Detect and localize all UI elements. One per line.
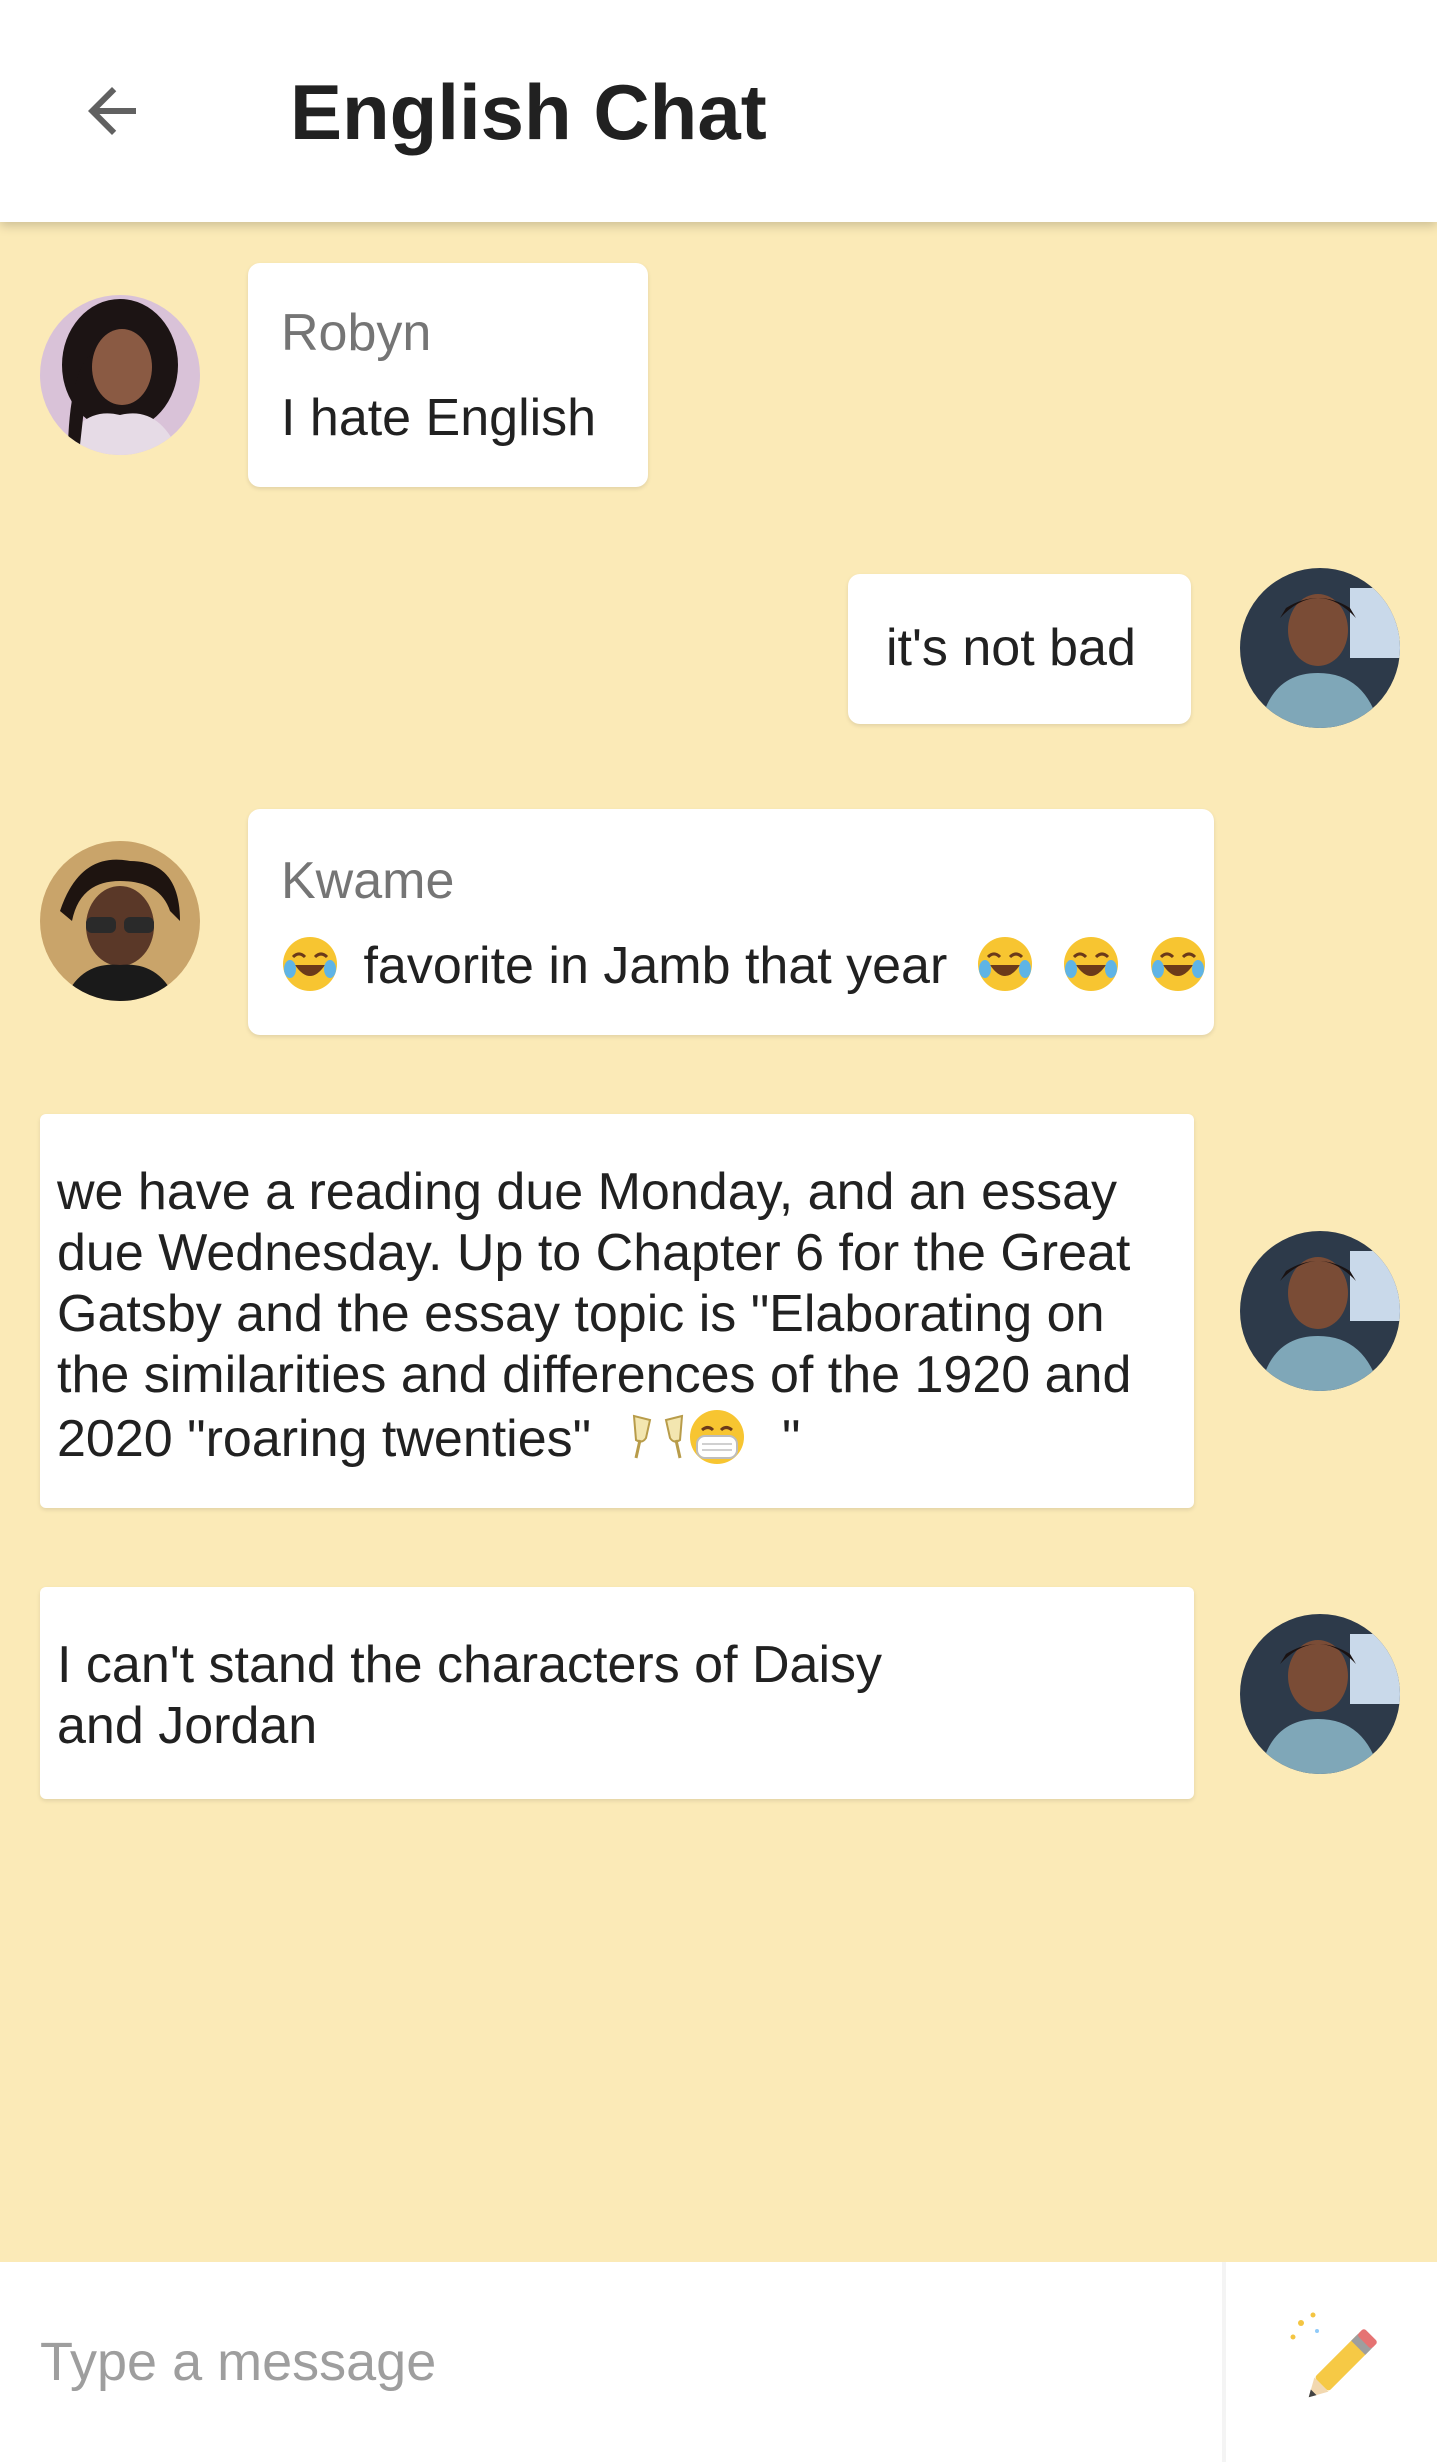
page-title: English Chat	[290, 68, 767, 156]
avatar-self[interactable]	[1240, 1614, 1400, 1774]
message-input[interactable]	[0, 2262, 1222, 2462]
message-line: I can't stand the characters of Daisy	[57, 1636, 882, 1694]
message-text: we have a reading due Monday, and an ess…	[57, 1162, 1131, 1470]
message-line: the similarities and differences of the …	[57, 1346, 1132, 1404]
message-text: it's not bad	[886, 619, 1136, 677]
message-line: due Wednesday. Up to Chapter 6 for the G…	[57, 1224, 1131, 1282]
message-text: I can't stand the characters of Daisy an…	[57, 1635, 882, 1757]
avatar-robyn[interactable]	[40, 295, 200, 455]
trailing-quote: "	[782, 1410, 801, 1468]
message-line: 2020 "roaring twenties"	[57, 1410, 592, 1468]
laughing-tears-emoji	[1064, 937, 1119, 991]
magic-wand-pencil-icon	[1290, 2312, 1377, 2398]
sender-name: Robyn	[281, 304, 432, 362]
message-line: Gatsby and the essay topic is "Elaborati…	[57, 1285, 1105, 1343]
back-button[interactable]	[62, 56, 162, 166]
message-line: we have a reading due Monday, and an ess…	[57, 1163, 1117, 1221]
laughing-tears-emoji	[1150, 937, 1205, 991]
message-line: and Jordan	[57, 1697, 318, 1755]
message-bubble-own[interactable]: it's not bad	[848, 574, 1191, 724]
message-bubble-own[interactable]: I can't stand the characters of Daisy an…	[40, 1587, 1194, 1799]
laughing-tears-emoji	[283, 937, 337, 991]
message-text-row: favorite in Jamb that year	[281, 935, 1207, 997]
avatar-kwame[interactable]	[40, 841, 200, 1001]
face-with-mask-emoji	[689, 1410, 744, 1464]
app-bar: English Chat	[0, 0, 1437, 222]
arrow-left-icon	[88, 87, 136, 135]
message-bubble-robyn[interactable]: Robyn I hate English	[248, 263, 648, 487]
message-bubble-kwame[interactable]: Kwame favorite in Jamb that year	[248, 809, 1214, 1035]
message-composer	[0, 2262, 1437, 2462]
avatar-self[interactable]	[1240, 568, 1400, 728]
message-text: I hate English	[281, 389, 597, 447]
send-button[interactable]	[1226, 2262, 1437, 2462]
message-text: favorite in Jamb that year	[363, 937, 948, 995]
sender-name: Kwame	[281, 852, 455, 910]
clinking-glasses-emoji	[632, 1414, 683, 1459]
message-bubble-own[interactable]: we have a reading due Monday, and an ess…	[40, 1114, 1194, 1508]
avatar-self[interactable]	[1240, 1231, 1400, 1391]
message-line-last: 2020 "roaring twenties" "	[57, 1406, 1131, 1470]
laughing-tears-emoji	[977, 937, 1032, 991]
